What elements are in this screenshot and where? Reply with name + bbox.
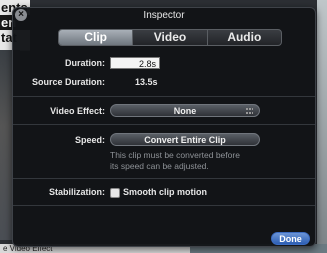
speed-help-line: This clip must be converted before xyxy=(110,150,240,160)
speed-help-line: its speed can be adjusted. xyxy=(110,161,209,171)
convert-entire-clip-button[interactable]: Convert Entire Clip xyxy=(110,133,260,146)
duration-label: Duration: xyxy=(65,58,105,68)
done-button[interactable]: Done xyxy=(271,232,310,245)
source-duration-value: 13.5s xyxy=(135,77,158,87)
divider xyxy=(13,205,315,206)
tab-clip[interactable]: Clip xyxy=(59,30,133,45)
tab-audio[interactable]: Audio xyxy=(206,30,281,45)
duration-field[interactable]: 2.8s xyxy=(110,57,160,69)
speed-label: Speed: xyxy=(74,135,105,145)
inspector-tabs: Clip Video Audio xyxy=(58,29,282,46)
smooth-clip-motion-label[interactable]: Smooth clip motion xyxy=(123,187,207,197)
divider xyxy=(13,178,315,179)
source-duration-label: Source Duration: xyxy=(31,77,105,87)
inspector-panel: × Inspector Clip Video Audio Duration: 2… xyxy=(12,7,316,247)
smooth-clip-motion-checkbox[interactable] xyxy=(110,188,120,198)
speed-help-text: This clip must be converted before its s… xyxy=(110,150,270,172)
effects-browser-icon xyxy=(246,108,253,114)
stabilization-label: Stabilization: xyxy=(49,187,105,197)
tab-video[interactable]: Video xyxy=(132,30,206,45)
background-window-edge xyxy=(317,0,327,253)
divider xyxy=(13,124,315,125)
video-effect-value: None xyxy=(173,106,197,116)
inspector-title: Inspector xyxy=(143,10,185,21)
divider xyxy=(13,96,315,97)
video-effect-button[interactable]: None xyxy=(110,104,260,117)
video-effect-label: Video Effect: xyxy=(50,106,105,116)
